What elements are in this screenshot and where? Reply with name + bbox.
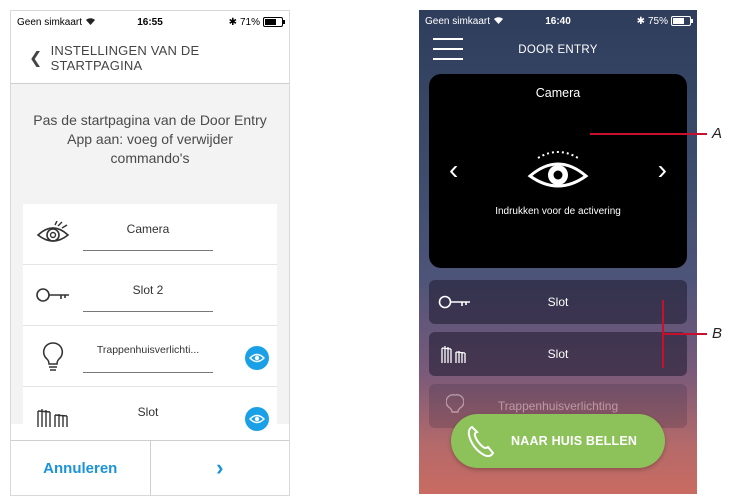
status-bar: Geen simkaart 16:40 ✱ 75% [419, 10, 697, 32]
visibility-toggle-eye-icon[interactable] [245, 346, 269, 370]
command-list: Camera Slot 2 Trappenhuisverlichti... Sl… [23, 204, 277, 447]
item-label: Slot [137, 405, 159, 419]
battery-percent: 75% [647, 15, 668, 27]
wifi-icon [493, 16, 504, 27]
item-label: Slot 2 [132, 283, 164, 297]
command-label: Slot [547, 347, 569, 361]
command-slot-key[interactable]: Slot [429, 280, 687, 324]
next-button[interactable]: › [151, 441, 290, 495]
nav-bar: DOOR ENTRY [419, 32, 697, 68]
battery-icon [263, 17, 285, 27]
divider [83, 372, 213, 373]
eye-icon [524, 144, 592, 201]
list-item-stairwell-light[interactable]: Trappenhuisverlichti... [23, 326, 277, 387]
bluetooth-icon: ✱ [636, 15, 645, 27]
callout-a-line [590, 133, 707, 135]
call-button-label: NAAR HUIS BELLEN [511, 434, 638, 448]
eye-icon [23, 221, 83, 247]
carrier-label: Geen simkaart [425, 15, 504, 27]
command-label: Slot [547, 295, 569, 309]
callout-a-label: A [712, 125, 723, 142]
wifi-icon [85, 17, 96, 28]
list-item-slot[interactable]: Slot [23, 387, 277, 447]
status-bar: Geen simkaart 16:55 ✱ 71% [11, 11, 289, 33]
settings-screen: Geen simkaart 16:55 ✱ 71% ❮ INSTELLINGEN… [10, 10, 290, 496]
page-title: INSTELLINGEN VAN DE STARTPAGINA [50, 43, 200, 73]
item-label: Trappenhuisverlichti... [96, 344, 200, 356]
cancel-button[interactable]: Annuleren [11, 441, 151, 495]
prev-arrow-button[interactable]: ‹ [449, 156, 458, 184]
battery-icon [671, 16, 693, 26]
nav-bar: ❮ INSTELLINGEN VAN DE STARTPAGINA [11, 33, 289, 84]
callout-b-line [662, 333, 707, 335]
command-list-section: Camera Slot 2 Trappenhuisverlichti... Sl… [11, 194, 289, 447]
callout-b-label: B [712, 325, 723, 342]
divider [83, 311, 213, 312]
carrier-label: Geen simkaart [17, 16, 96, 28]
list-item-camera[interactable]: Camera [23, 204, 277, 265]
door-entry-home-screen: Geen simkaart 16:40 ✱ 75% DOOR ENTRY Cam… [419, 10, 697, 494]
camera-widget[interactable]: Camera ‹ › Indrukken voor de activering [429, 74, 687, 268]
command-slot-gate[interactable]: Slot [429, 332, 687, 376]
visibility-toggle-eye-icon[interactable] [245, 407, 269, 431]
battery-percent: 71% [239, 16, 260, 28]
key-icon [23, 287, 83, 303]
gate-icon [23, 406, 83, 428]
command-label: Trappenhuisverlichting [497, 399, 619, 413]
call-home-button[interactable]: NAAR HUIS BELLEN [451, 414, 665, 468]
bluetooth-icon: ✱ [228, 16, 237, 28]
footer-bar: Annuleren › [11, 440, 289, 495]
description-section: Pas de startpagina van de Door Entry App… [11, 84, 289, 194]
lightbulb-icon [23, 341, 83, 371]
status-time: 16:40 [545, 15, 571, 27]
chevron-left-icon[interactable]: ❮ [29, 48, 43, 68]
divider [83, 250, 213, 251]
description-text: Pas de startpagina van de Door Entry App… [33, 111, 267, 166]
status-time: 16:55 [137, 16, 163, 28]
hamburger-icon[interactable] [433, 38, 463, 68]
phone-icon [451, 424, 511, 458]
item-label: Camera [126, 222, 170, 236]
next-arrow-button[interactable]: › [658, 156, 667, 184]
list-item-slot-2[interactable]: Slot 2 [23, 265, 277, 326]
camera-title: Camera [535, 86, 581, 100]
activation-hint: Indrukken voor de activering [495, 206, 621, 217]
